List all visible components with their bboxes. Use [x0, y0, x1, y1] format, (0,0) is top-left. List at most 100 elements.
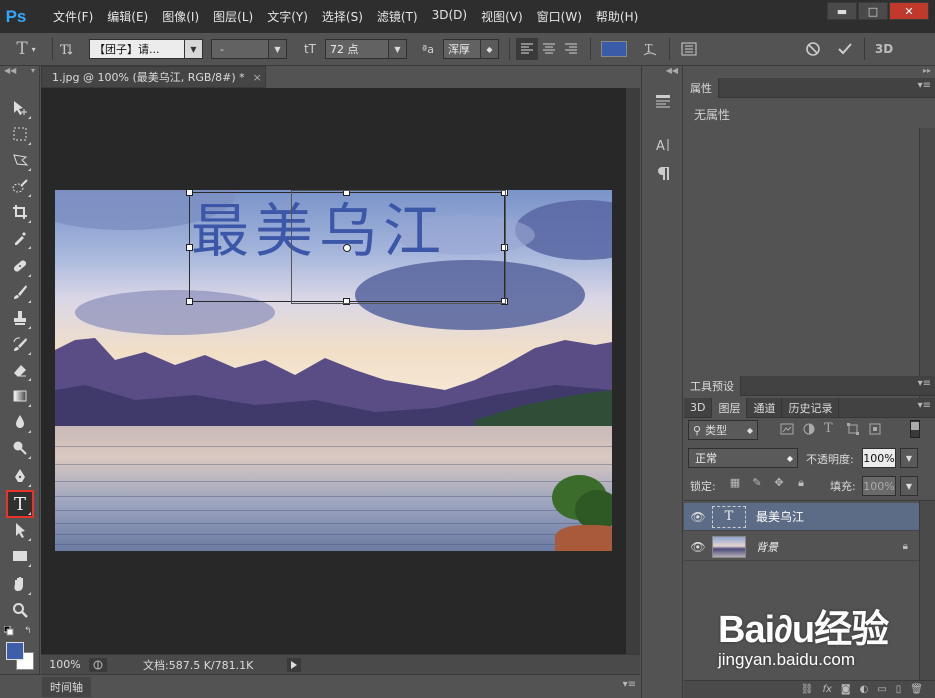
character-panel-icon[interactable]: [674, 42, 704, 56]
commit-check-icon[interactable]: [830, 41, 860, 57]
crop-tool-icon[interactable]: [8, 200, 32, 224]
new-layer-icon[interactable]: ▯: [896, 684, 902, 695]
eyedropper-tool-icon[interactable]: [8, 226, 32, 250]
fill-dropdown-icon[interactable]: ▼: [900, 476, 918, 496]
cancel-icon[interactable]: [798, 41, 828, 57]
filter-adjustment-icon[interactable]: [802, 422, 816, 436]
dodge-tool-icon[interactable]: [8, 436, 32, 460]
path-selection-tool-icon[interactable]: [8, 518, 32, 542]
lock-all-icon[interactable]: 🔒︎: [790, 476, 812, 490]
properties-scrollbar[interactable]: [919, 128, 935, 414]
new-group-icon[interactable]: ▭: [877, 684, 886, 695]
adjustment-layer-icon[interactable]: ◐: [860, 684, 869, 695]
menu-window[interactable]: 窗口(W): [530, 8, 589, 25]
blur-tool-icon[interactable]: [8, 410, 32, 434]
close-tab-icon[interactable]: ×: [253, 71, 262, 84]
type-tool-preset-icon[interactable]: T ▾: [8, 39, 44, 59]
menu-select[interactable]: 选择(S): [315, 8, 370, 25]
vertical-scrollbar[interactable]: [626, 88, 640, 654]
move-tool-icon[interactable]: [8, 96, 32, 120]
transform-handle[interactable]: [186, 244, 193, 251]
filter-shape-icon[interactable]: [846, 422, 860, 436]
transform-handle[interactable]: [186, 298, 193, 305]
foreground-color-swatch[interactable]: [6, 642, 24, 660]
layer-filter-select[interactable]: ⚲ 类型 ◆: [688, 420, 758, 440]
type-tool-icon[interactable]: T: [6, 490, 34, 518]
menu-layer[interactable]: 图层(L): [206, 8, 260, 25]
lock-position-icon[interactable]: ✥: [768, 476, 790, 490]
menu-3d[interactable]: 3D(D): [425, 8, 474, 25]
tool-presets-icon[interactable]: [652, 90, 674, 112]
panel-menu-icon[interactable]: ▾≡: [918, 378, 931, 389]
font-size-select[interactable]: 72 点 ▼: [325, 39, 407, 59]
transform-handle[interactable]: [186, 190, 193, 196]
document-tab[interactable]: 1.jpg @ 100% (最美乌江, RGB/8#) * ×: [41, 66, 266, 88]
pen-tool-icon[interactable]: [8, 464, 32, 488]
menu-edit[interactable]: 编辑(E): [100, 8, 155, 25]
menu-type[interactable]: 文字(Y): [260, 8, 315, 25]
panel-menu-icon[interactable]: ▾≡: [918, 400, 931, 411]
layer-style-icon[interactable]: fx: [822, 684, 831, 695]
layer-name[interactable]: 最美乌江: [756, 508, 804, 525]
fill-input[interactable]: 100%: [862, 476, 896, 496]
warp-text-icon[interactable]: T: [635, 41, 665, 57]
visibility-eye-icon[interactable]: 👁︎: [684, 540, 712, 554]
rectangle-tool-icon[interactable]: [8, 544, 32, 568]
align-right-button[interactable]: [560, 38, 582, 60]
menu-filter[interactable]: 滤镜(T): [370, 8, 425, 25]
text-color-swatch[interactable]: [601, 41, 627, 57]
clone-stamp-tool-icon[interactable]: [8, 306, 32, 330]
timeline-tab[interactable]: 时间轴: [42, 677, 91, 697]
quick-selection-tool-icon[interactable]: [8, 174, 32, 198]
delete-layer-icon[interactable]: 🗑︎: [910, 684, 923, 695]
zoom-level[interactable]: 100%: [41, 658, 89, 671]
blend-mode-select[interactable]: 正常 ◆: [688, 448, 798, 468]
swap-colors-icon[interactable]: ↰: [24, 626, 34, 636]
brush-tool-icon[interactable]: [8, 280, 32, 304]
history-brush-tool-icon[interactable]: [8, 332, 32, 356]
panel-menu-icon[interactable]: ▾≡: [918, 80, 931, 91]
paragraph-icon[interactable]: [652, 162, 674, 184]
hand-tool-icon[interactable]: [8, 572, 32, 596]
marquee-tool-icon[interactable]: [8, 122, 32, 146]
lock-pixels-icon[interactable]: ✎: [746, 476, 768, 490]
opacity-input[interactable]: 100%: [862, 448, 896, 468]
link-layers-icon[interactable]: ⛓: [801, 684, 814, 695]
tab-layers[interactable]: 图层: [712, 397, 748, 418]
add-mask-icon[interactable]: ◙: [841, 684, 851, 695]
tab-channels[interactable]: 通道: [747, 397, 783, 418]
default-colors-icon[interactable]: [3, 625, 14, 636]
align-left-button[interactable]: [516, 38, 538, 60]
antialias-select[interactable]: 浑厚 ◆: [443, 39, 499, 59]
tab-properties[interactable]: 属性: [684, 77, 719, 98]
eraser-tool-icon[interactable]: [8, 358, 32, 382]
gradient-tool-icon[interactable]: [8, 384, 32, 408]
layer-row[interactable]: 👁︎ T 最美乌江: [684, 503, 920, 531]
status-menu-icon[interactable]: [89, 657, 107, 672]
tab-3d[interactable]: 3D: [684, 397, 713, 418]
close-button[interactable]: ✕: [889, 2, 929, 20]
toggle-orientation-icon[interactable]: T: [53, 41, 81, 57]
status-expand-icon[interactable]: [287, 657, 302, 672]
opacity-dropdown-icon[interactable]: ▼: [900, 448, 918, 468]
maximize-button[interactable]: □: [858, 2, 888, 20]
filter-smart-object-icon[interactable]: [868, 422, 882, 436]
zoom-tool-icon[interactable]: [8, 598, 32, 622]
character-icon[interactable]: A: [652, 134, 674, 156]
align-center-button[interactable]: [538, 38, 560, 60]
visibility-eye-icon[interactable]: 👁︎: [684, 510, 712, 524]
3d-icon[interactable]: 3D: [869, 42, 899, 56]
layers-scrollbar[interactable]: [919, 501, 935, 681]
layer-row[interactable]: 👁︎ 背景 🔒︎: [684, 533, 920, 561]
menu-help[interactable]: 帮助(H): [589, 8, 645, 25]
menu-file[interactable]: 文件(F): [46, 8, 100, 25]
tab-tool-presets[interactable]: 工具预设: [684, 375, 741, 396]
tab-history[interactable]: 历史记录: [782, 397, 840, 418]
lock-transparent-icon[interactable]: ▦: [724, 476, 746, 490]
layer-name[interactable]: 背景: [756, 539, 778, 555]
filter-type-icon[interactable]: T: [824, 421, 833, 436]
menu-image[interactable]: 图像(I): [155, 8, 206, 25]
healing-brush-tool-icon[interactable]: [8, 254, 32, 278]
font-family-select[interactable]: 【团子】请... ▼: [89, 39, 203, 59]
menu-view[interactable]: 视图(V): [474, 8, 530, 25]
